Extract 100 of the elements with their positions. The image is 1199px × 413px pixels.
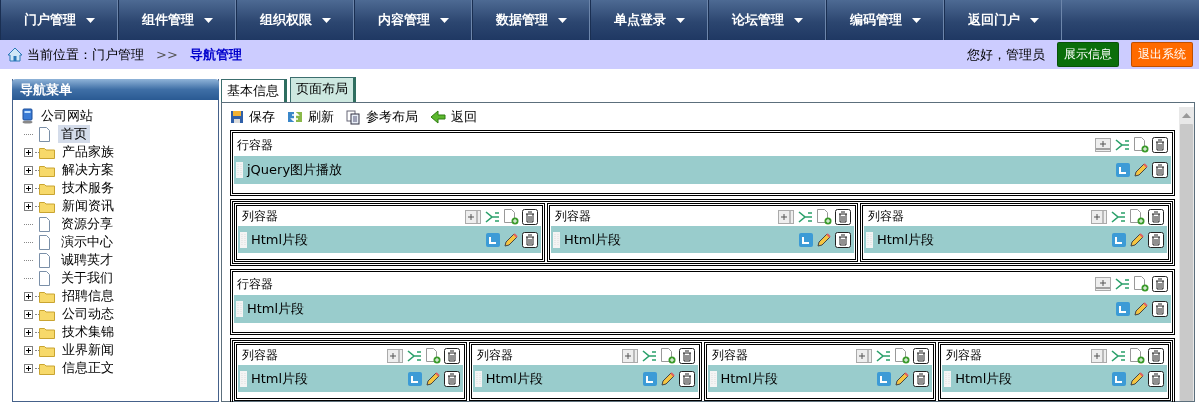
widget-bar[interactable]: jQuery图片播放 <box>234 156 1171 184</box>
tree-item[interactable]: 公司网站 <box>41 107 93 125</box>
delete-icon[interactable] <box>913 347 930 364</box>
split-icon[interactable] <box>1114 138 1130 152</box>
add-page-icon[interactable] <box>1129 347 1145 364</box>
delete-icon[interactable] <box>1148 231 1164 248</box>
add-page-icon[interactable] <box>424 347 441 364</box>
delete-icon[interactable] <box>443 347 460 364</box>
edit-icon[interactable] <box>1133 301 1149 317</box>
add-column-icon[interactable] <box>1091 348 1107 363</box>
add-column-icon[interactable] <box>386 348 403 363</box>
delete-icon[interactable] <box>1152 276 1168 292</box>
add-page-icon[interactable] <box>659 347 676 364</box>
tree-item[interactable]: 产品家族 <box>59 143 117 161</box>
edit-icon[interactable] <box>1133 162 1149 178</box>
widget-bar[interactable]: Html片段 <box>551 226 854 253</box>
drag-handle-icon[interactable] <box>944 370 952 387</box>
delete-icon[interactable] <box>1152 137 1168 153</box>
edit-icon[interactable] <box>503 231 519 248</box>
edit-icon[interactable] <box>659 370 676 387</box>
delete-icon[interactable] <box>522 231 538 248</box>
tree-item[interactable]: 关于我们 <box>58 269 116 287</box>
add-column-icon[interactable] <box>621 348 638 363</box>
widget-bar[interactable]: Html片段 <box>238 365 463 392</box>
web-icon[interactable] <box>877 371 892 386</box>
toolbar-button[interactable]: 参考布局 <box>346 108 418 126</box>
tree-item[interactable]: 解决方案 <box>59 161 117 179</box>
split-icon[interactable] <box>1110 348 1126 363</box>
delete-icon[interactable] <box>443 370 460 387</box>
delete-icon[interactable] <box>678 347 695 364</box>
delete-icon[interactable] <box>1148 347 1164 364</box>
drag-handle-icon[interactable] <box>236 162 243 178</box>
split-icon[interactable] <box>875 348 892 363</box>
split-icon[interactable] <box>484 209 500 224</box>
expand-icon[interactable] <box>23 201 33 211</box>
info-button[interactable]: 展示信息 <box>1057 42 1119 67</box>
add-column-icon[interactable] <box>856 348 873 363</box>
edit-icon[interactable] <box>424 370 441 387</box>
add-page-icon[interactable] <box>1133 276 1149 292</box>
delete-icon[interactable] <box>522 208 538 225</box>
tree-item[interactable]: 资源分享 <box>58 215 116 233</box>
tab[interactable]: 页面布局 <box>290 77 356 102</box>
add-column-icon[interactable] <box>1091 209 1107 224</box>
drag-handle-icon[interactable] <box>553 231 560 248</box>
expand-icon[interactable] <box>23 147 33 157</box>
web-icon[interactable] <box>1116 163 1130 177</box>
expand-icon[interactable] <box>23 363 33 373</box>
expand-icon[interactable] <box>23 345 33 355</box>
tree-item[interactable]: 招聘信息 <box>59 287 117 305</box>
expand-icon[interactable] <box>23 183 33 193</box>
expand-icon[interactable] <box>23 309 33 319</box>
delete-icon[interactable] <box>1152 301 1168 317</box>
web-icon[interactable] <box>1112 371 1126 386</box>
widget-bar[interactable]: Html片段 <box>238 226 541 253</box>
delete-icon[interactable] <box>835 208 851 225</box>
toolbar-button[interactable]: 返回 <box>430 108 477 126</box>
delete-icon[interactable] <box>1152 162 1168 178</box>
drag-handle-icon[interactable] <box>866 231 873 248</box>
toolbar-button[interactable]: 保存 <box>230 108 275 126</box>
tree-item[interactable]: 技术集锦 <box>59 323 117 341</box>
add-page-icon[interactable] <box>1129 208 1145 225</box>
edit-icon[interactable] <box>816 231 832 248</box>
drag-handle-icon[interactable] <box>709 370 717 387</box>
edit-icon[interactable] <box>894 370 911 387</box>
widget-bar[interactable]: Html片段 <box>864 226 1167 253</box>
delete-icon[interactable] <box>678 370 695 387</box>
delete-icon[interactable] <box>1148 370 1164 387</box>
scrollbar[interactable] <box>1179 107 1194 401</box>
web-icon[interactable] <box>799 232 813 247</box>
edit-icon[interactable] <box>1129 231 1145 248</box>
tree-item[interactable]: 诚聘英才 <box>58 251 116 269</box>
web-icon[interactable] <box>486 232 500 247</box>
add-page-icon[interactable] <box>503 208 519 225</box>
web-icon[interactable] <box>642 371 657 386</box>
scroll-up-icon[interactable] <box>1182 113 1191 118</box>
tree-item[interactable]: 首页 <box>58 125 90 143</box>
widget-bar[interactable]: Html片段 <box>472 365 698 392</box>
drag-handle-icon[interactable] <box>474 370 482 387</box>
add-column-icon[interactable] <box>465 209 481 224</box>
split-icon[interactable] <box>797 209 813 224</box>
widget-bar[interactable]: Html片段 <box>234 295 1171 323</box>
split-icon[interactable] <box>1114 277 1130 291</box>
add-page-icon[interactable] <box>1133 137 1149 153</box>
expand-icon[interactable] <box>23 291 33 301</box>
tree-item[interactable]: 业界新闻 <box>59 341 117 359</box>
web-icon[interactable] <box>407 371 422 386</box>
tree-item[interactable]: 公司动态 <box>59 305 117 323</box>
tree-item[interactable]: 演示中心 <box>58 233 116 251</box>
drag-handle-icon[interactable] <box>240 231 247 248</box>
drag-handle-icon[interactable] <box>236 301 243 317</box>
add-column-icon[interactable] <box>778 209 794 224</box>
web-icon[interactable] <box>1112 232 1126 247</box>
split-icon[interactable] <box>1110 209 1126 224</box>
split-icon[interactable] <box>640 348 657 363</box>
tree-item[interactable]: 新闻资讯 <box>59 197 117 215</box>
tab[interactable]: 基本信息 <box>221 79 287 102</box>
web-icon[interactable] <box>1116 302 1130 316</box>
expand-icon[interactable] <box>23 327 33 337</box>
tree-item[interactable]: 信息正文 <box>59 359 117 377</box>
delete-icon[interactable] <box>1148 208 1164 225</box>
